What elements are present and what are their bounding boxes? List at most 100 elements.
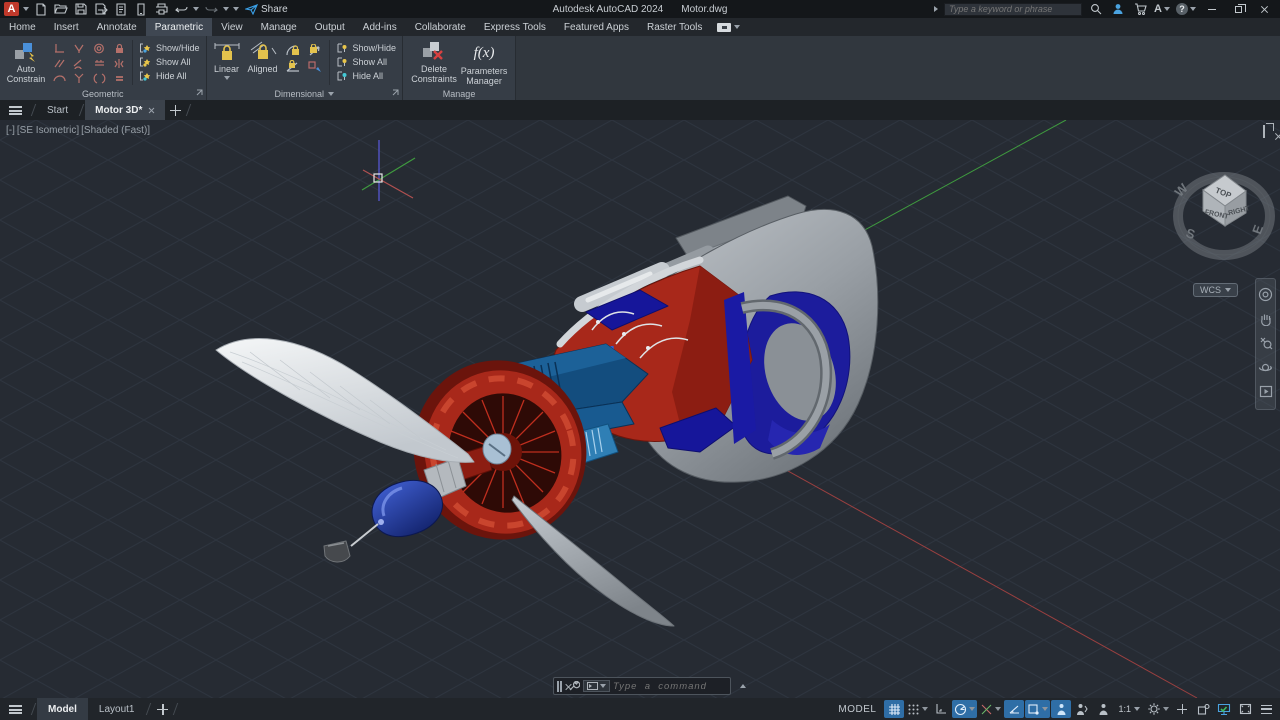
geometric-show-all-button[interactable]: Show All [139,56,200,68]
lock-ui-toggle[interactable] [1172,700,1192,718]
close-button[interactable] [1254,2,1274,16]
collinear-constraint-icon[interactable] [89,71,109,86]
new-layout-button[interactable] [152,698,172,720]
radial-constraint-icon[interactable] [304,42,326,58]
navigation-wheel-icon[interactable] [1258,287,1273,305]
dimensional-dialog-launcher-icon[interactable] [392,88,399,98]
geometric-hide-all-button[interactable]: Hide All [139,70,200,82]
customization-button[interactable] [1256,700,1276,718]
file-tab-start[interactable]: Start [37,100,78,120]
viewport-menu-control[interactable]: [-] [6,125,15,136]
app-store-cart-icon[interactable] [1132,2,1148,16]
polar-tracking-toggle[interactable] [952,700,978,718]
sign-in-user-icon[interactable] [1110,2,1126,16]
angular-lock-constraint-icon[interactable] [282,58,304,74]
pan-icon[interactable] [1259,312,1273,329]
redo-icon[interactable] [203,2,219,16]
file-tab-menu-button[interactable] [0,100,30,120]
plot-sheet-icon[interactable] [113,2,129,16]
restore-button[interactable] [1228,2,1248,16]
parameters-manager-button[interactable]: f(x) Parameters Manager [461,38,508,87]
workspace-switching[interactable] [1145,700,1171,718]
delete-constraints-button[interactable]: Delete Constraints [411,38,457,87]
object-snap-tracking-toggle[interactable] [1004,700,1025,718]
dimensional-hide-all-button[interactable]: Hide All [336,70,397,82]
tab-collaborate[interactable]: Collaborate [406,18,475,36]
share-button[interactable]: Share [245,4,288,15]
viewcube-south[interactable]: S [1184,225,1197,242]
redo-caret-icon[interactable] [223,7,229,11]
close-tab-icon[interactable] [148,107,155,114]
snap-mode-toggle[interactable] [905,700,930,718]
auto-constrain-button[interactable]: Auto Constrain [3,38,49,87]
geometric-panel-title[interactable]: Geometric [0,87,206,100]
object-snap-toggle[interactable] [1025,700,1051,718]
search-box[interactable] [944,2,1083,16]
parallel-constraint-icon[interactable] [49,56,69,71]
tab-annotate[interactable]: Annotate [88,18,146,36]
tab-raster-tools[interactable]: Raster Tools [638,18,711,36]
save-as-icon[interactable] [93,2,109,16]
new-file-icon[interactable] [33,2,49,16]
horizontal-constraint-icon[interactable] [89,56,109,71]
app-menu-caret-icon[interactable] [23,7,29,11]
geometric-show-hide-button[interactable]: Show/Hide [139,42,200,54]
viewcube[interactable]: W S E TOP FRONT RIGHT [1168,156,1280,276]
ribbon-display-toggle[interactable] [717,18,741,36]
polar-caret-icon[interactable] [969,707,976,711]
undo-icon[interactable] [173,2,189,16]
open-file-icon[interactable] [53,2,69,16]
showmotion-icon[interactable] [1259,385,1273,401]
print-icon[interactable] [153,2,169,16]
symmetric-constraint-icon[interactable] [109,56,129,71]
fix-constraint-icon[interactable] [69,41,89,56]
search-input[interactable] [949,4,1078,14]
graphics-performance-toggle[interactable] [1214,700,1234,718]
isodraft-caret-icon[interactable] [995,707,1002,711]
new-drawing-tab-button[interactable] [165,100,185,120]
linear-dimension-button[interactable]: Linear [210,38,244,87]
smooth-constraint-icon[interactable] [49,71,69,86]
recent-commands-control[interactable] [583,680,610,692]
minimize-button[interactable] [1202,2,1222,16]
grid-toggle[interactable] [884,700,905,718]
mobile-device-icon[interactable] [133,2,149,16]
tab-output[interactable]: Output [306,18,354,36]
annotation-scale-control[interactable]: 1:1 [1114,704,1144,714]
angular-constraint-icon[interactable] [282,42,304,58]
dimensional-panel-title[interactable]: Dimensional [207,87,403,100]
tab-parametric[interactable]: Parametric [145,18,213,36]
concentric-constraint-icon[interactable] [89,41,109,56]
workspace-caret-icon[interactable] [1163,707,1169,711]
infocenter-collapse-icon[interactable] [934,6,939,12]
command-input[interactable] [613,680,737,692]
visual-style-control[interactable]: [Shaded (Fast)] [81,125,150,136]
wcs-dropdown[interactable]: WCS [1193,283,1238,297]
undo-caret-icon[interactable] [193,7,199,11]
search-icon[interactable] [1088,2,1104,16]
save-icon[interactable] [73,2,89,16]
osnap-caret-icon[interactable] [1042,707,1049,711]
autoscale-toggle[interactable] [1072,700,1092,718]
manage-panel-title[interactable]: Manage [403,87,515,100]
drawing-viewport[interactable]: [-] [SE Isometric] [Shaded (Fast)] W S E… [0,120,1280,698]
perpendicular-constraint-icon[interactable] [49,41,69,56]
coincident-constraint-icon[interactable] [69,71,89,86]
qat-customize-caret-icon[interactable] [233,7,239,11]
command-line[interactable] [553,677,746,695]
tab-insert[interactable]: Insert [45,18,88,36]
layout1-tab[interactable]: Layout1 [88,698,146,720]
geometric-dialog-launcher-icon[interactable] [196,88,203,98]
aligned-dimension-button[interactable]: Aligned [244,38,282,87]
model-space-canvas[interactable] [0,120,1280,698]
view-control[interactable]: [SE Isometric] [17,125,79,136]
help-button[interactable]: ? [1176,3,1196,15]
command-history-caret-icon[interactable] [740,684,746,688]
autocad-logo[interactable]: A [4,2,19,16]
dimensional-show-hide-button[interactable]: Show/Hide [336,42,396,54]
snap-caret-icon[interactable] [922,707,929,711]
convert-constraint-icon[interactable] [304,58,326,74]
equal-constraint-icon[interactable] [109,71,129,86]
lock-constraint-icon[interactable] [109,41,129,56]
tab-view[interactable]: View [212,18,252,36]
